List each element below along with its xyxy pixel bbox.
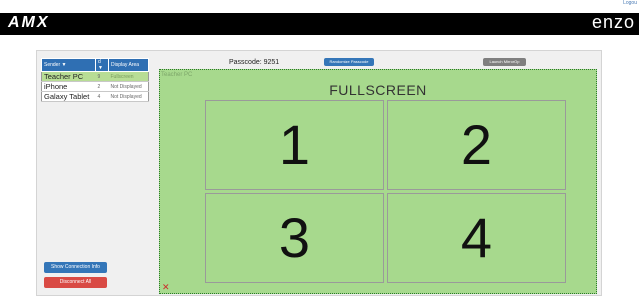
quadrant-3[interactable]: 3 (205, 193, 384, 283)
sender-id: 4 (95, 91, 109, 102)
fullscreen-zone[interactable]: FULLSCREEN (160, 82, 596, 98)
top-bar: AMX enzo (0, 12, 639, 35)
sender-name: iPhone (41, 81, 96, 92)
sender-name: Teacher PC (41, 71, 96, 82)
sender-id: 9 (95, 71, 109, 82)
table-row[interactable]: Teacher PC 9 Fullscreen (41, 71, 149, 82)
display-area-column-header[interactable]: Display Area (108, 58, 149, 72)
passcode-label: Passcode: 9251 (229, 59, 280, 66)
id-column-header[interactable]: d ▼ (95, 58, 109, 72)
senders-table: Sender ▼ d ▼ Display Area Teacher PC 9 F… (41, 58, 149, 102)
show-connection-info-button[interactable]: Show Connection Info (44, 262, 107, 273)
table-row[interactable]: iPhone 2 Not Displayed (41, 81, 149, 92)
amx-logo: AMX (8, 14, 50, 31)
control-panel: Sender ▼ d ▼ Display Area Teacher PC 9 F… (36, 50, 602, 296)
quadrant-1[interactable]: 1 (205, 100, 384, 190)
quadrant-4[interactable]: 4 (387, 193, 566, 283)
sender-display-area: Fullscreen (108, 71, 149, 82)
sender-id: 2 (95, 81, 109, 92)
close-icon[interactable]: ✕ (162, 282, 170, 293)
table-row[interactable]: Galaxy Tablet 4 Not Displayed (41, 91, 149, 102)
sender-display-area: Not Displayed (108, 91, 149, 102)
disconnect-all-button[interactable]: Disconnect All (44, 277, 107, 288)
launch-mirrorop-button[interactable]: Launch MirrorOp (483, 58, 526, 66)
enzo-logo: enzo (591, 12, 635, 32)
quadrant-2[interactable]: 2 (387, 100, 566, 190)
sender-display-area: Not Displayed (108, 81, 149, 92)
sender-column-header[interactable]: Sender ▼ (41, 58, 96, 72)
sender-name: Galaxy Tablet (41, 91, 96, 102)
logout-link[interactable]: Logou (623, 0, 637, 6)
display-area[interactable]: Teacher PC FULLSCREEN 1 2 3 4 ✕ (159, 69, 597, 294)
randomize-passcode-button[interactable]: Randomize Passcode (324, 58, 374, 66)
display-source-label: Teacher PC (161, 72, 193, 78)
